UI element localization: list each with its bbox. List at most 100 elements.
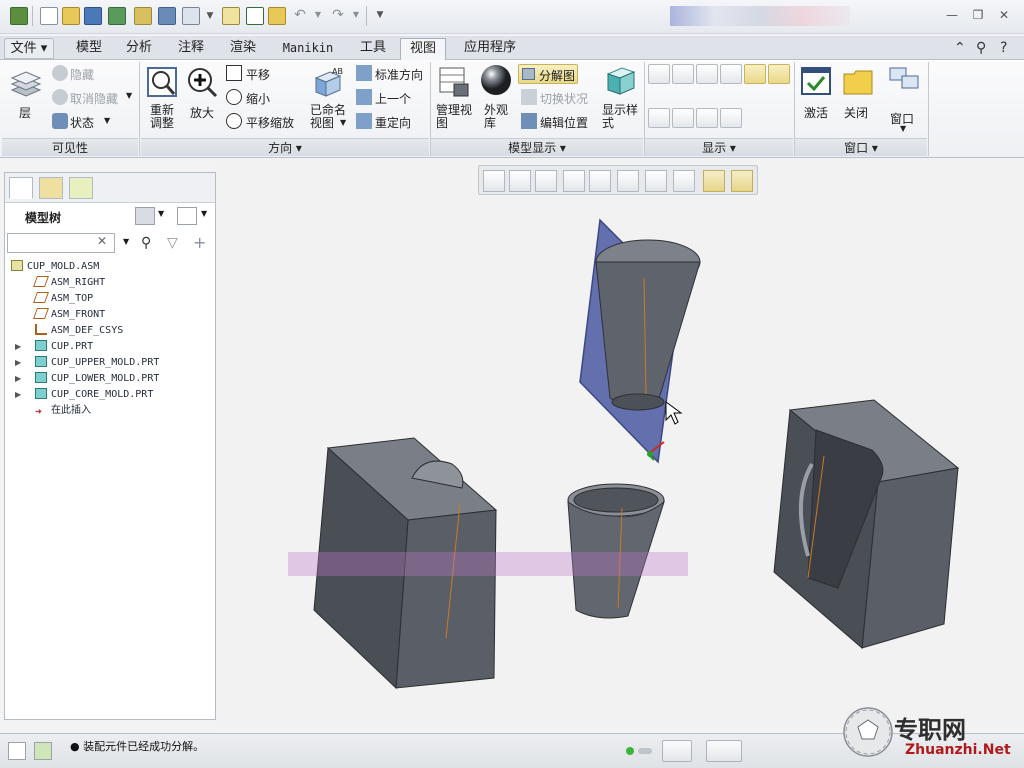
tab-annotate[interactable]: 注释 <box>168 38 214 59</box>
axis-tag-button[interactable] <box>672 108 694 128</box>
window-icon[interactable] <box>134 7 152 25</box>
group-model-display-label[interactable]: 模型显示 ▾ <box>431 138 643 156</box>
cup-upper-mold[interactable] <box>773 399 960 650</box>
tab-tools[interactable]: 工具 <box>350 38 396 59</box>
saved-orientations-icon[interactable] <box>617 170 639 192</box>
appearance-gallery-button[interactable]: 外观 库 <box>484 104 508 130</box>
repaint-icon[interactable] <box>563 170 585 192</box>
datum-display-filter-icon[interactable] <box>673 170 695 192</box>
close-icon[interactable]: ✕ <box>996 8 1012 22</box>
show-icon[interactable] <box>177 207 197 225</box>
notebook-icon[interactable] <box>222 7 240 25</box>
tree-item[interactable]: CUP_CORE_MOLD.PRT <box>35 387 153 403</box>
folder-browser-tab-icon[interactable] <box>39 177 63 199</box>
refit-button[interactable]: 重新 调整 <box>150 104 174 130</box>
tree-item[interactable]: ASM_RIGHT <box>32 275 105 291</box>
zoom-in-view-icon[interactable] <box>509 170 531 192</box>
tab-view[interactable]: 视图 <box>400 38 446 61</box>
add-icon[interactable]: + <box>193 233 206 252</box>
display-style-view-icon[interactable] <box>589 170 611 192</box>
folder-icon[interactable] <box>268 7 286 25</box>
previous-view-button[interactable]: 上一个 <box>375 90 411 107</box>
tree-item[interactable]: ASM_TOP <box>32 291 93 307</box>
settings-icon[interactable] <box>135 207 155 225</box>
save-icon[interactable] <box>84 7 102 25</box>
group-orientation-label[interactable]: 方向 ▾ <box>141 138 429 156</box>
tab-model[interactable]: 模型 <box>66 38 112 59</box>
annotation-display-button[interactable] <box>744 64 766 84</box>
tab-manikin[interactable]: Manikin <box>272 38 344 59</box>
show-dropdown-icon[interactable]: ▼ <box>201 209 207 218</box>
layer-icon[interactable] <box>10 68 42 100</box>
activate-button[interactable]: 激活 <box>804 104 828 121</box>
tree-item[interactable]: ASM_DEF_CSYS <box>35 323 123 339</box>
tab-file[interactable]: 文件 ▾ <box>4 38 54 59</box>
manage-views-button[interactable]: 管理视 图 <box>436 104 472 130</box>
tree-item[interactable]: CUP_LOWER_MOLD.PRT <box>35 371 159 387</box>
plane-tag-button[interactable] <box>648 108 670 128</box>
close-button[interactable]: 关闭 <box>844 104 868 121</box>
model-tree-tab-icon[interactable] <box>9 177 33 199</box>
selection-filter-icon[interactable] <box>706 740 742 762</box>
axis-display-button[interactable] <box>672 64 694 84</box>
edit-position-button[interactable]: 编辑位置 <box>540 114 588 131</box>
search-icon[interactable]: ⚲ <box>976 40 986 56</box>
restore-icon[interactable]: ❐ <box>970 8 986 22</box>
redo-icon[interactable]: ↷ <box>330 8 346 22</box>
zoom-in-button[interactable]: 放大 <box>190 104 214 121</box>
group-show-label[interactable]: 显示 ▾ <box>645 138 793 156</box>
open-icon[interactable] <box>62 7 80 25</box>
favorites-tab-icon[interactable] <box>69 177 93 199</box>
zoom-in-icon[interactable] <box>186 66 218 98</box>
reorient-button[interactable]: 重定向 <box>375 114 411 131</box>
tab-render[interactable]: 渲染 <box>220 38 266 59</box>
group-window-label[interactable]: 窗口 ▾ <box>795 138 927 156</box>
close-window-icon[interactable] <box>158 7 176 25</box>
tree-item[interactable]: ➜ 在此插入 <box>35 403 91 419</box>
tree-expander-icon[interactable]: ▶ <box>15 390 23 399</box>
plane-display-button[interactable] <box>648 64 670 84</box>
redo-dropdown-icon[interactable]: ▼ <box>348 8 364 22</box>
browser-toggle-icon[interactable] <box>34 742 52 760</box>
refit-icon[interactable] <box>146 66 178 98</box>
tree-item[interactable]: ASM_FRONT <box>32 307 105 323</box>
tab-applications[interactable]: 应用程序 <box>452 38 528 59</box>
undo-icon[interactable]: ↶ <box>292 8 308 22</box>
close-icon-folder[interactable] <box>842 66 874 98</box>
navigator-toggle-icon[interactable] <box>8 742 26 760</box>
clear-search-icon[interactable]: ✕ <box>97 234 107 248</box>
display-style-button[interactable]: 显示样 式 <box>602 104 638 130</box>
check-icon[interactable] <box>246 7 264 25</box>
status-button[interactable]: 状态 <box>70 114 94 131</box>
mapkey-icon[interactable] <box>182 7 200 25</box>
layer-label[interactable]: 层 <box>19 104 31 121</box>
app-icon[interactable] <box>10 7 28 25</box>
view-manager-icon[interactable] <box>645 170 667 192</box>
settings-dropdown-icon[interactable]: ▼ <box>158 209 164 218</box>
collapse-ribbon-icon[interactable]: ⌃ <box>954 40 966 56</box>
annotation-toggle-icon[interactable] <box>703 170 725 192</box>
minimize-icon[interactable]: — <box>944 8 960 22</box>
filter-icon[interactable]: ▽ <box>167 235 178 251</box>
tab-analysis[interactable]: 分析 <box>116 38 162 59</box>
hide-button[interactable]: 隐藏 <box>70 66 94 83</box>
status-dropdown-icon[interactable]: ▼ <box>104 116 110 125</box>
find-status-icon[interactable] <box>662 740 692 762</box>
undo-dropdown-icon[interactable]: ▼ <box>310 8 326 22</box>
pan-zoom-button[interactable]: 平移缩放 <box>246 114 294 131</box>
tree-item[interactable]: CUP_MOLD.ASM <box>11 259 99 275</box>
zoom-out-button[interactable]: 缩小 <box>246 90 270 107</box>
csys-tag-button[interactable] <box>720 108 742 128</box>
standard-orientation-button[interactable]: 标准方向 <box>375 66 423 83</box>
find-icon[interactable]: ⚲ <box>141 235 151 251</box>
help-icon[interactable]: ? <box>1000 40 1007 56</box>
named-views-dropdown-icon[interactable]: ▼ <box>340 118 346 127</box>
zoom-out-view-icon[interactable] <box>535 170 557 192</box>
search-dropdown-icon[interactable]: ▼ <box>123 237 129 246</box>
named-views-icon[interactable]: AB <box>312 66 344 98</box>
cup-core-mold[interactable] <box>595 239 701 411</box>
tree-expander-icon[interactable]: ▶ <box>15 358 23 367</box>
cup-part[interactable] <box>567 483 665 619</box>
unhide-button[interactable]: 取消隐藏 <box>70 90 118 107</box>
refit-view-icon[interactable] <box>483 170 505 192</box>
